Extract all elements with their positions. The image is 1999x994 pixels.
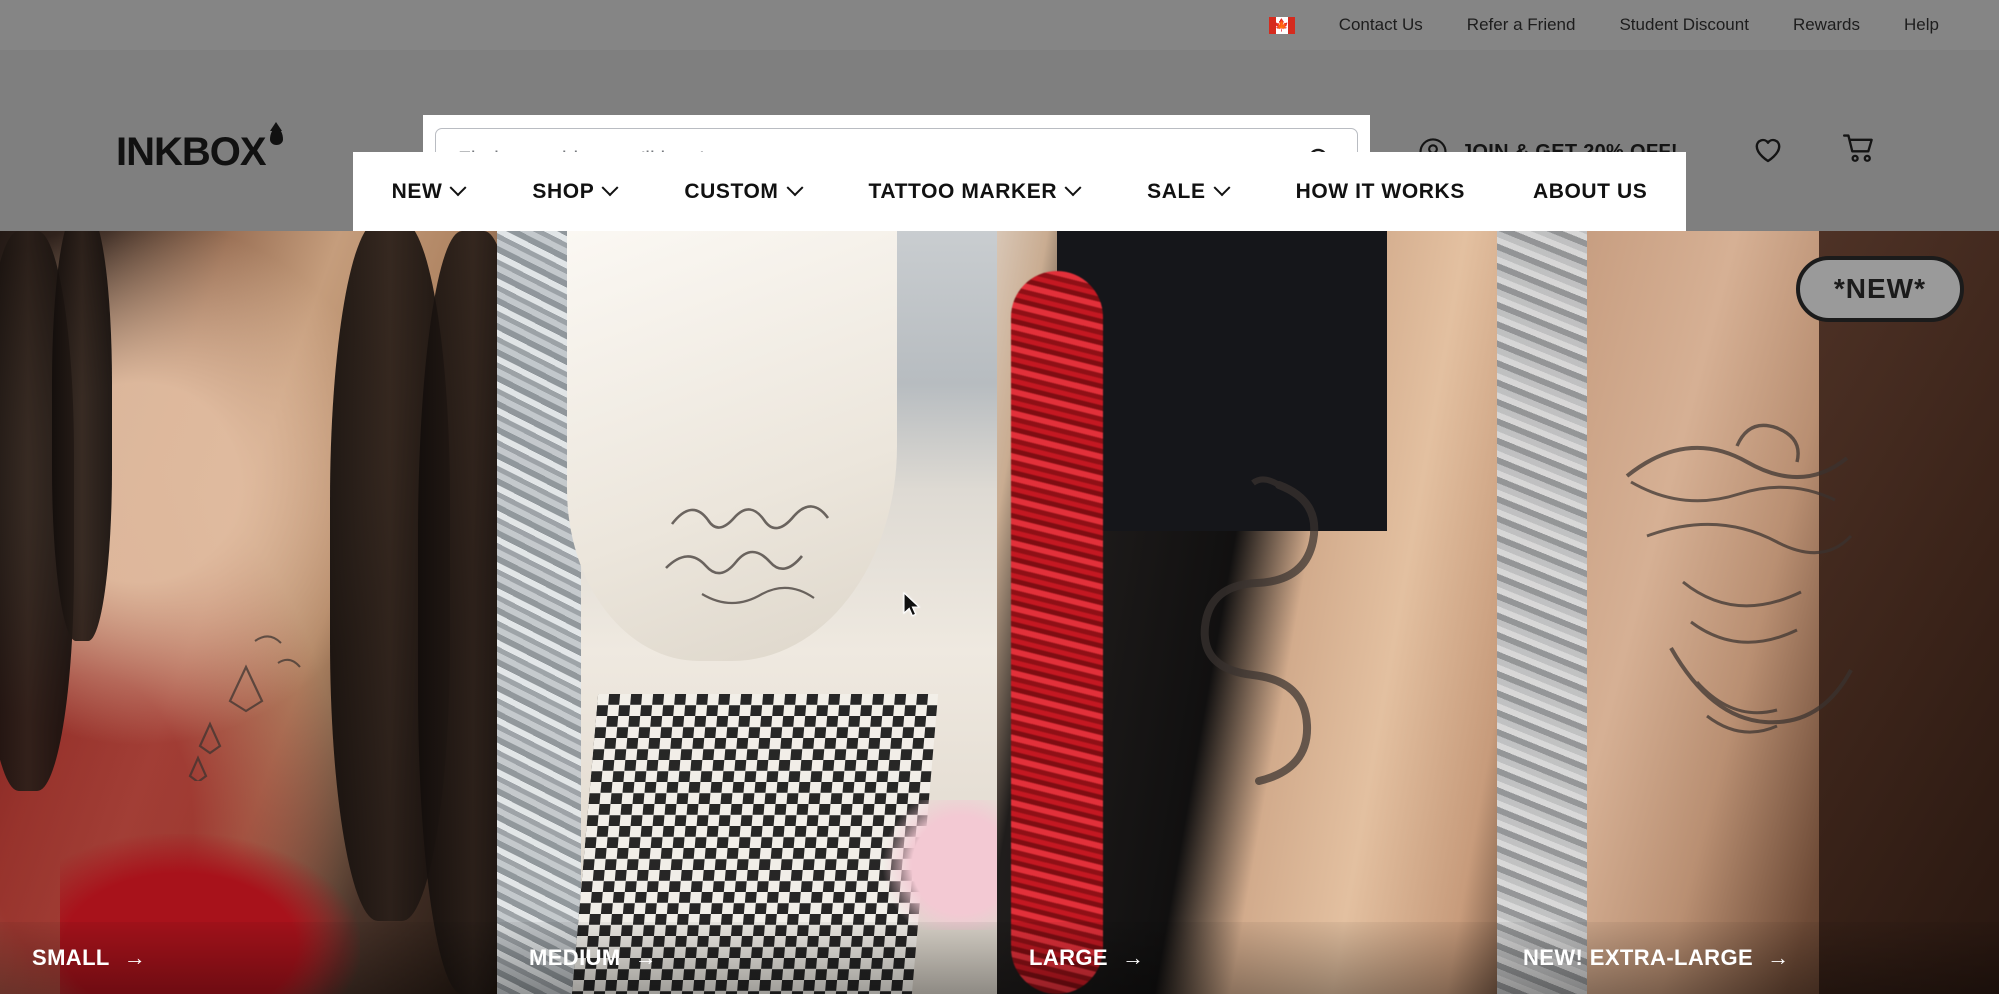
main-navigation: NEW SHOP CUSTOM TATTOO MARKER SALE HOW I… [353, 152, 1686, 231]
hero-tile-label-text: MEDIUM [529, 945, 621, 970]
site-logo-text: INKBOX [116, 130, 267, 174]
chevron-down-icon [601, 178, 619, 196]
ink-drop-icon [269, 128, 283, 145]
hero-tile-label-extra-large[interactable]: NEW! EXTRA-LARGE → [1497, 922, 1999, 994]
hero-image-extra-large [1497, 231, 1999, 994]
nav-item-new[interactable]: NEW [358, 178, 499, 204]
arrow-right-icon: → [123, 945, 147, 970]
hero-tile-label-text: LARGE [1029, 945, 1108, 970]
mouse-cursor [903, 592, 921, 617]
hero-tile-label-text: SMALL [32, 945, 110, 970]
nav-item-shop[interactable]: SHOP [498, 178, 650, 204]
hero-carousel: SMALL → MEDIUM → LARGE → NEW! EXTRA-LARG… [0, 231, 1999, 994]
hero-tile-large[interactable]: LARGE → [997, 231, 1497, 994]
topbar-link-student-discount[interactable]: Student Discount [1619, 15, 1748, 35]
new-badge: *NEW* [1795, 256, 1964, 322]
arrow-right-icon: → [634, 945, 658, 970]
chevron-down-icon [1213, 178, 1231, 196]
nav-item-sale[interactable]: SALE [1113, 178, 1261, 204]
hero-tile-label-medium[interactable]: MEDIUM → [497, 922, 997, 994]
shopping-cart-icon[interactable] [1842, 133, 1876, 164]
arrow-right-icon: → [1767, 945, 1790, 970]
nav-item-how-it-works[interactable]: HOW IT WORKS [1262, 180, 1499, 204]
nav-item-custom[interactable]: CUSTOM [650, 178, 834, 204]
chevron-down-icon [786, 178, 804, 196]
top-utility-bar: 🍁 Contact Us Refer a Friend Student Disc… [0, 0, 1999, 50]
hero-tile-label-small[interactable]: SMALL → [0, 922, 497, 994]
arrow-right-icon: → [1122, 945, 1145, 970]
chevron-down-icon [1064, 178, 1082, 196]
tattoo-script-icon [665, 505, 830, 604]
nav-item-label: SALE [1147, 179, 1206, 203]
topbar-link-contact-us[interactable]: Contact Us [1339, 15, 1423, 35]
eagle-tattoo-icon [1625, 423, 1853, 734]
hero-tile-label-large[interactable]: LARGE → [997, 922, 1497, 994]
nav-item-label: ABOUT US [1532, 179, 1648, 203]
topbar-link-help[interactable]: Help [1904, 15, 1939, 35]
hero-tile-extra-large[interactable]: NEW! EXTRA-LARGE → [1497, 231, 1999, 994]
canada-flag-icon[interactable]: 🍁 [1268, 16, 1295, 34]
chevron-down-icon [449, 178, 467, 196]
site-logo[interactable]: INKBOX [116, 128, 283, 175]
nav-item-label: SHOP [532, 179, 595, 203]
nav-item-about-us[interactable]: ABOUT US [1499, 180, 1681, 204]
hero-image-large [997, 231, 1497, 994]
snake-tattoo-icon [1200, 476, 1319, 785]
nav-item-label: HOW IT WORKS [1295, 179, 1465, 203]
nav-item-label: NEW [391, 179, 443, 203]
topbar-link-rewards[interactable]: Rewards [1793, 15, 1860, 35]
tattoo-art-icon [188, 635, 301, 781]
heart-icon[interactable] [1752, 134, 1784, 164]
topbar-link-refer-a-friend[interactable]: Refer a Friend [1467, 15, 1576, 35]
nav-item-label: CUSTOM [684, 179, 779, 203]
hero-tile-label-text: NEW! EXTRA-LARGE [1523, 945, 1754, 970]
nav-item-tattoo-marker[interactable]: TATTOO MARKER [835, 178, 1114, 204]
hero-image-small [0, 231, 497, 994]
page-root: SMALL → MEDIUM → LARGE → NEW! EXTRA-LARG… [0, 0, 1999, 994]
hero-tile-small[interactable]: SMALL → [0, 231, 497, 994]
header-icon-group [1752, 133, 1876, 164]
nav-item-label: TATTOO MARKER [868, 179, 1058, 203]
